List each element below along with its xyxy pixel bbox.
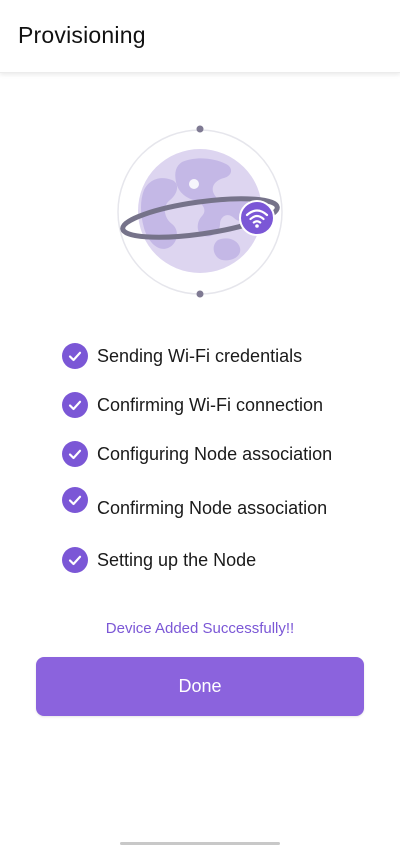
step-confirming-node-association: Confirming Node association	[62, 487, 328, 518]
home-indicator	[120, 842, 280, 845]
page-title: Provisioning	[18, 22, 146, 48]
globe-wifi-icon	[117, 125, 283, 298]
step-label: Confirming Node association	[97, 497, 328, 518]
done-button[interactable]: Done	[36, 657, 364, 716]
step-label: Confirming Wi-Fi connection	[97, 394, 324, 415]
check-circle-icon	[62, 547, 88, 573]
check-circle-icon	[62, 441, 88, 467]
app-bar: Provisioning	[0, 0, 400, 73]
globe-wifi-illustration	[110, 120, 290, 305]
step-sending-wifi-credentials: Sending Wi-Fi credentials	[62, 342, 302, 370]
step-label: Configuring Node association	[97, 443, 333, 464]
step-confirming-wifi-connection: Confirming Wi-Fi connection	[62, 391, 323, 419]
step-setting-up-node: Setting up the Node	[62, 546, 256, 574]
provisioning-screen: Provisioning Sending Wi-Fi credentials C…	[0, 0, 400, 847]
step-configuring-node-association: Configuring Node association	[62, 440, 332, 468]
check-circle-icon	[62, 392, 88, 418]
check-circle-icon	[62, 343, 88, 369]
step-label: Sending Wi-Fi credentials	[97, 345, 303, 366]
status-message: Device Added Successfully!!	[105, 620, 295, 637]
step-label: Setting up the Node	[97, 549, 257, 570]
check-circle-icon	[62, 487, 88, 513]
